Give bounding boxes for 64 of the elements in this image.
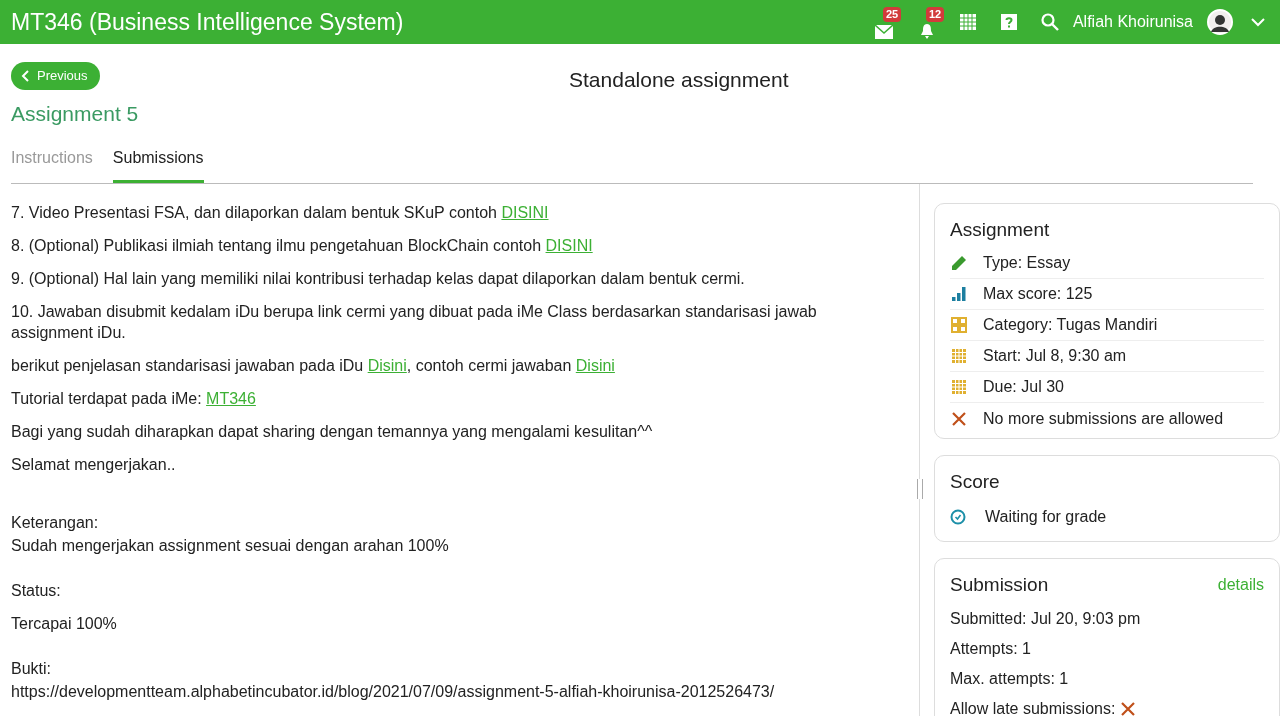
instruction-text: berikut penjelasan standarisasi jawaban pada iDu Disini, contoh cermi jawaban Disini: [11, 355, 616, 376]
close-icon: [951, 410, 967, 427]
page-title: Standalone assignment: [569, 67, 789, 93]
info-text: Due: Jul 30: [983, 377, 1064, 397]
instruction-text: Selamat mengerjakan..: [11, 454, 177, 475]
chevron-left-icon: [21, 70, 29, 82]
submission-info: Submitted: Jul 20, 9:03 pm: [950, 609, 1142, 629]
calendar-icon: [951, 379, 967, 395]
info-text: Category: Tugas Mandiri: [983, 315, 1158, 335]
bell-icon: [918, 23, 935, 39]
resize-handle[interactable]: [917, 478, 923, 499]
link[interactable]: Disini: [575, 356, 615, 374]
chevron-down-icon[interactable]: [1251, 17, 1265, 27]
calendar-icon: [959, 14, 976, 30]
instruction-text: Tutorial terdapat pada iMe: MT346: [11, 388, 257, 409]
calendar-icon: [951, 348, 967, 364]
field-label: Bukti:: [11, 658, 52, 679]
link[interactable]: DISINI: [501, 203, 549, 221]
info-text: Start: Jul 8, 9:30 am: [983, 346, 1127, 366]
instruction-text: 9. (Optional) Hal lain yang memiliki nilai kontribusi terhadap kelas dapat dilaporkan dalam bentuk cermi.: [11, 268, 746, 289]
submission-info: Allow late submissions:: [950, 699, 1116, 716]
instruction-text: 10. Jawaban disubmit kedalam iDu berupa link cermi yang dibuat pada iMe Class berdasarkan standarisasi jawab assignment iDu.: [11, 301, 818, 343]
search-button[interactable]: [1040, 13, 1059, 31]
info-text: Type: Essay: [983, 253, 1071, 273]
mail-icon: [874, 25, 893, 39]
info-text: No more submissions are allowed: [983, 408, 1224, 429]
course-title: MT346 (Business Intelligence System): [11, 7, 405, 37]
help-button[interactable]: [1000, 14, 1017, 30]
field-label: Status:: [11, 580, 62, 601]
field-label: Keterangan:: [11, 512, 100, 533]
count-badge: 25: [882, 7, 902, 22]
mail-button[interactable]: 25: [874, 7, 905, 43]
calendar-button[interactable]: [958, 13, 977, 31]
user-name[interactable]: Alfiah Khoirunisa: [1072, 10, 1193, 34]
link[interactable]: MT346: [206, 389, 256, 407]
previous-button[interactable]: Previous: [11, 62, 100, 90]
info-text: Max score: 125: [983, 284, 1093, 304]
help-icon: [1000, 14, 1017, 30]
field-value: Sudah mengerjakan assignment sesuai dengan arahan 100%: [11, 535, 450, 556]
details-link[interactable]: details: [1217, 572, 1264, 597]
submission-info: Max. attempts: 1: [950, 669, 1070, 689]
assignment-title: Assignment 5: [11, 101, 140, 127]
field-value: https://developmentteam.alphabetincubator.id/blog/2021/07/09/assignment-5-alfiah-khoirunisa-2012526473/: [11, 681, 776, 702]
card-title: Submission: [950, 572, 1049, 597]
submission-info: Attempts: 1: [950, 639, 1032, 659]
card-title: Assignment: [950, 217, 1051, 242]
grade-status: Waiting for grade: [985, 506, 1107, 527]
avatar[interactable]: [1207, 9, 1233, 35]
link[interactable]: DISINI: [545, 236, 593, 254]
card-title: Score: [950, 470, 1001, 494]
instruction-text: Bagi yang sudah diharapkan dapat sharing dengan temannya yang mengalami kesulitan^^: [11, 421, 654, 442]
count-badge: 12: [925, 7, 945, 22]
tab[interactable]: Instructions: [11, 145, 93, 183]
link[interactable]: Disini: [367, 356, 407, 374]
bar-chart-icon: [951, 286, 967, 302]
instruction-text: 7. Video Presentasi FSA, dan dilaporkan dalam bentuk SKuP contoh DISINI: [11, 202, 550, 223]
clock-icon: [950, 508, 966, 525]
instruction-text: 8. (Optional) Publikasi ilmiah tentang ilmu pengetahuan BlockChain contoh DISINI: [11, 235, 594, 256]
tab[interactable]: Submissions: [112, 145, 204, 183]
notification-button[interactable]: 12: [918, 7, 945, 43]
search-icon: [1040, 13, 1059, 31]
field-value: Tercapai 100%: [11, 613, 118, 634]
pencil-icon: [951, 255, 967, 271]
grid-icon: [951, 317, 967, 333]
